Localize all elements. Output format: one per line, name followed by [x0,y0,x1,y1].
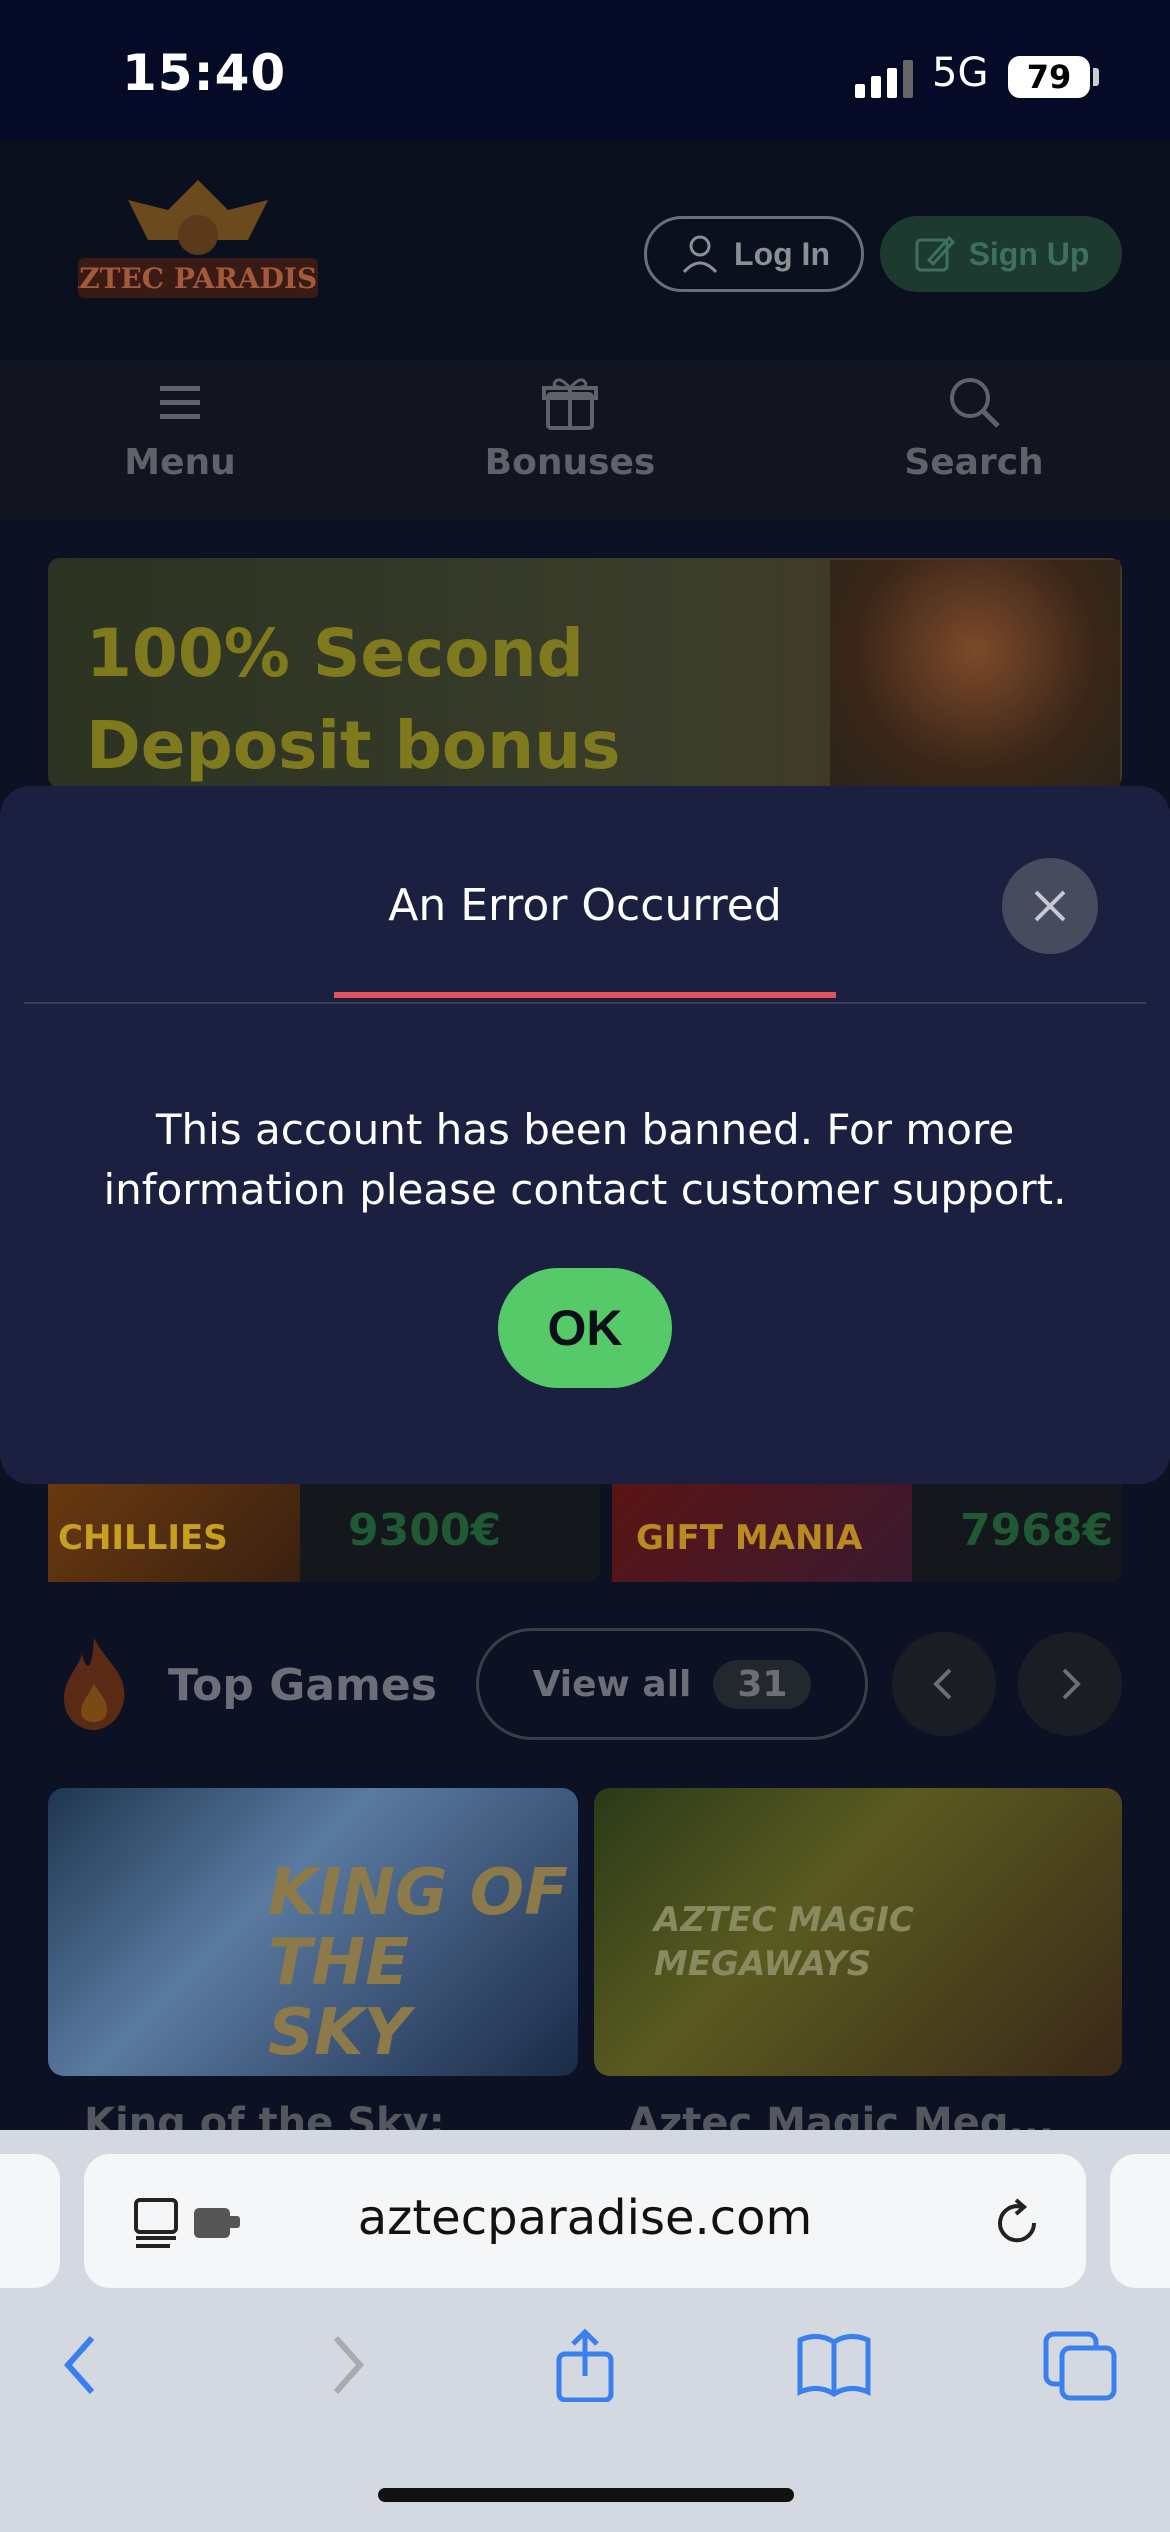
jackpot-game-name-1: CHILLIES [58,1518,228,1558]
jackpot-game-image-1: CHILLIES [48,1478,300,1582]
previous-tab-peek[interactable] [0,2154,60,2288]
back-icon[interactable] [48,2328,128,2402]
next-tab-peek[interactable] [1110,2154,1170,2288]
game-card-aztec-magic[interactable]: AZTEC MAGIC MEGAWAYS [594,1788,1122,2076]
login-button[interactable]: Log In [644,216,864,292]
aztec-paradise-logo[interactable]: AZTEC PARADISE [78,180,318,310]
tabs-icon[interactable] [1040,2328,1120,2402]
network-type: 5G [932,50,989,96]
top-games-title: Top Games [168,1660,437,1711]
nav-bonuses-label: Bonuses [484,442,656,483]
battery-tip [1093,68,1099,86]
battery-icon: 79 [1008,56,1090,98]
modal-title-underline [334,992,836,998]
url-text[interactable]: aztecparadise.com [84,2190,1086,2246]
edit-icon [915,235,955,272]
jackpot-value-1: 9300€ [348,1505,502,1556]
game-art-text-1: KING OF THE SKY [268,1856,568,2070]
games-count-badge: 31 [713,1659,812,1709]
next-arrow-button[interactable] [1018,1632,1122,1736]
game-card-king-of-the-sky[interactable]: KING OF THE SKY [48,1788,578,2076]
chevron-left-icon [933,1668,952,1700]
modal-message: This account has been banned. For more i… [103,1105,1067,1214]
jackpot-value-2: 7968€ [960,1505,1114,1556]
user-icon [682,235,718,274]
banner-headline: 100% Second Deposit bonus [86,608,620,792]
jackpot-game-image-2: GIFT MANIA [612,1478,912,1582]
banner-character-art [830,560,1120,788]
close-icon [1034,890,1066,922]
banner-line-2: Deposit bonus [86,707,621,784]
nav-menu-label: Menu [124,442,236,483]
menu-icon [160,386,200,419]
jackpot-game-name-2: GIFT MANIA [636,1518,863,1558]
nav-search[interactable]: Search [854,372,1094,502]
share-icon[interactable] [545,2328,625,2402]
modal-title: An Error Occurred [388,880,782,931]
signup-button[interactable]: Sign Up [880,216,1122,292]
chevron-right-icon [1062,1668,1081,1700]
prev-arrow-button[interactable] [892,1632,996,1736]
nav-menu[interactable]: Menu [60,372,300,502]
game-art-text-2: AZTEC MAGIC MEGAWAYS [654,1900,914,1984]
login-label: Log In [734,235,830,272]
bookmarks-icon[interactable] [794,2328,874,2402]
view-all-button[interactable]: View all 31 [476,1628,868,1740]
view-all-label: View all [532,1663,692,1705]
cellular-signal-icon [855,60,913,98]
search-icon [950,378,1000,428]
forward-icon[interactable] [300,2328,380,2402]
nav-bonuses[interactable]: Bonuses [450,372,690,502]
modal-divider [24,1002,1146,1004]
home-indicator [378,2488,794,2502]
status-time: 15:40 [122,44,287,102]
gift-icon [542,378,598,430]
logo-text: AZTEC PARADISE [78,262,318,295]
signup-label: Sign Up [968,235,1090,272]
reload-icon[interactable] [990,2196,1044,2250]
flame-icon [64,1638,125,1730]
ok-button[interactable]: OK [498,1268,672,1388]
modal-close-button[interactable] [1002,858,1098,954]
nav-search-label: Search [904,442,1044,483]
banner-line-1: 100% Second [86,615,584,692]
